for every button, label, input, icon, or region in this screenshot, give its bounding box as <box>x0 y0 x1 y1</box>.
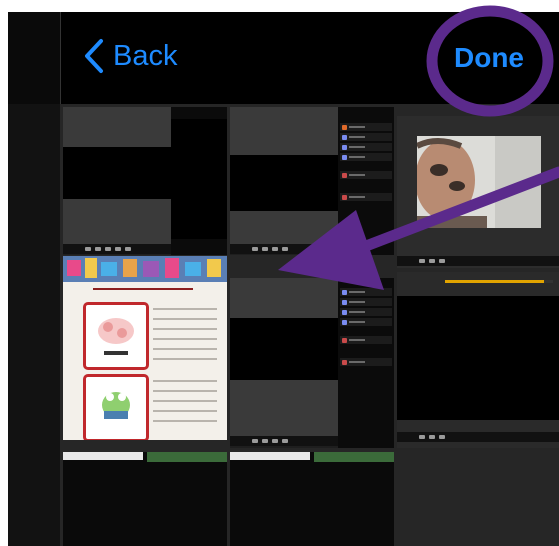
back-label: Back <box>113 39 178 72</box>
side-panel <box>338 107 394 255</box>
thumbnail-screen-recording-2[interactable] <box>230 107 394 255</box>
thumbnail-bottom-1[interactable] <box>63 452 227 546</box>
worksheet-banner <box>63 256 227 282</box>
face-image <box>417 136 541 228</box>
picture-card <box>83 302 149 370</box>
left-rail <box>8 12 60 546</box>
chevron-left-icon <box>85 39 103 73</box>
back-button[interactable]: Back <box>83 38 177 74</box>
picture-card <box>83 374 149 440</box>
thumbnail-camera-photo[interactable] <box>397 116 559 268</box>
video-progress-fill <box>445 280 545 283</box>
thumbnail-bottom-2[interactable] <box>230 452 394 546</box>
left-rail-header <box>8 12 60 104</box>
playback-toolbar <box>397 432 559 442</box>
app-window: Back Done <box>8 12 559 546</box>
thumbnail-screen-recording-3[interactable] <box>230 278 394 448</box>
thumbnail-screen-recording-1[interactable] <box>63 107 227 255</box>
side-panel <box>338 278 394 448</box>
face-photo <box>417 136 541 228</box>
thumbnail-video-clip[interactable] <box>397 272 559 448</box>
done-button[interactable]: Done <box>454 42 524 74</box>
playback-toolbar <box>397 256 559 266</box>
navbar: Back Done <box>60 12 559 104</box>
side-panel <box>171 107 227 255</box>
thumbnail-grid <box>60 104 559 546</box>
video-progress-bar <box>445 280 553 283</box>
thumbnail-worksheet-photo[interactable] <box>63 256 227 440</box>
